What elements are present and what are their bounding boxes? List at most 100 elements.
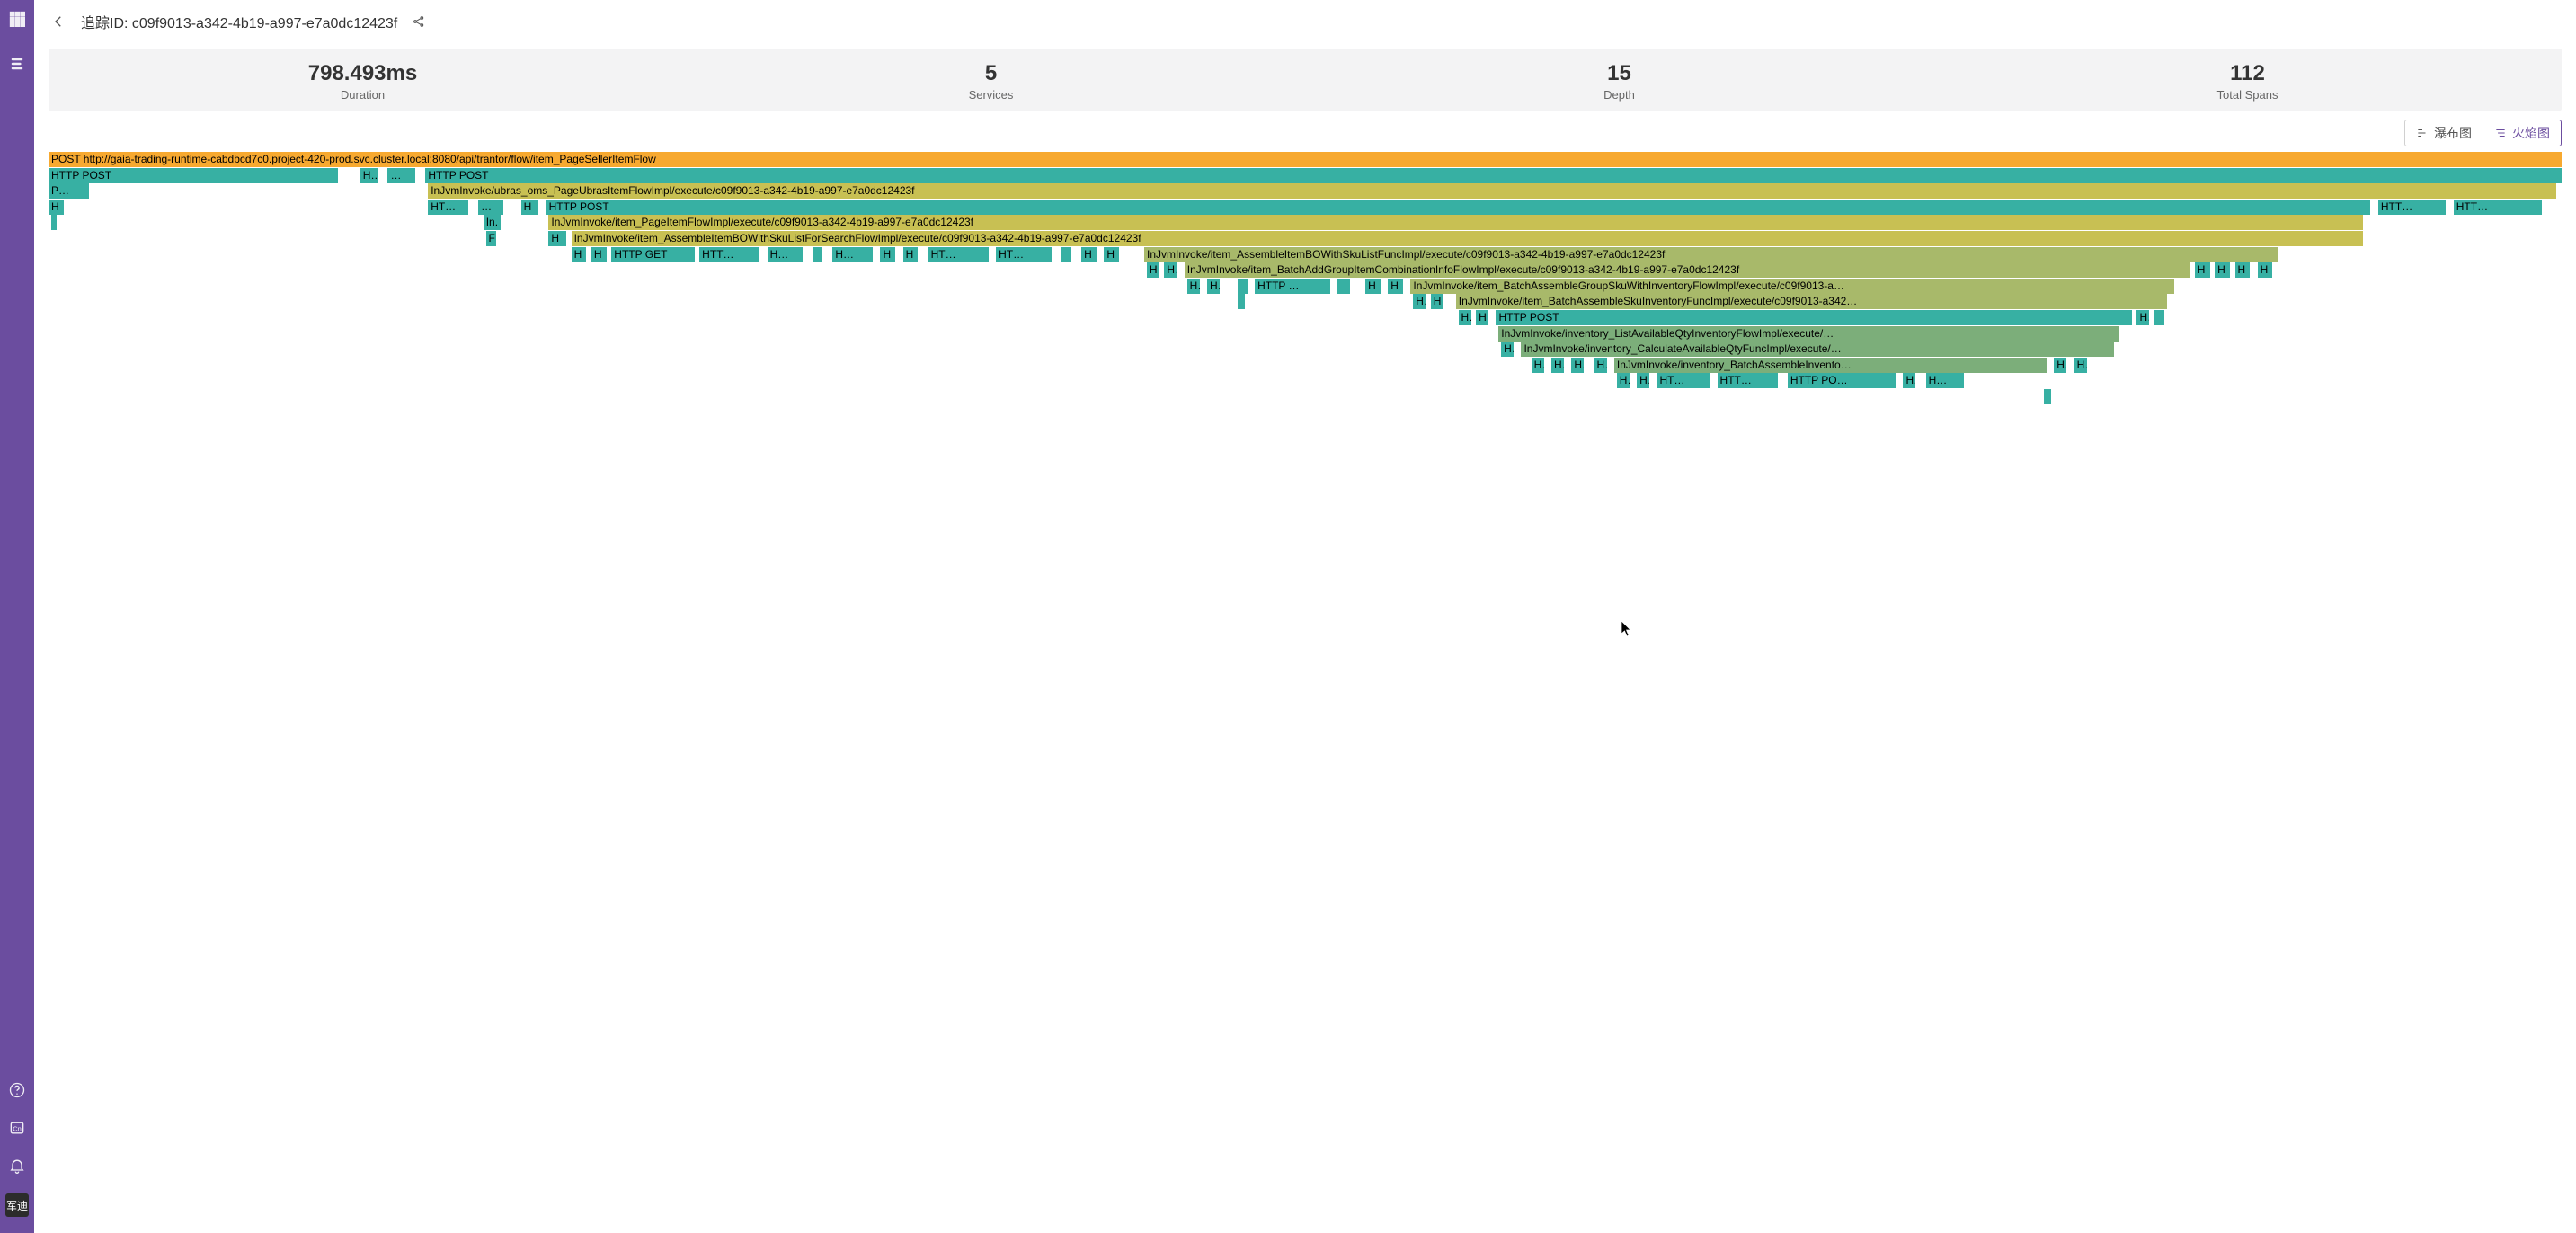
flame-span[interactable]: H [1637, 373, 1649, 388]
flame-span[interactable]: HTT… [2378, 200, 2446, 215]
flame-span[interactable]: HTT… [699, 247, 759, 262]
flame-span[interactable]: H [1081, 247, 1097, 262]
flame-span[interactable]: H [2235, 262, 2251, 278]
flame-span[interactable]: … [478, 200, 503, 215]
flame-span[interactable]: H [903, 247, 919, 262]
flame-span[interactable]: H [521, 200, 539, 215]
page-header: 追踪ID: c09f9013-a342-4b19-a997-e7a0dc1242… [34, 0, 2576, 43]
flame-span[interactable]: HT… [428, 200, 468, 215]
flame-span[interactable]: H [1903, 373, 1915, 388]
flame-span[interactable]: H [880, 247, 895, 262]
flame-span[interactable]: POST http://gaia-trading-runtime-cabdbcd… [49, 152, 2562, 167]
flame-span[interactable]: H [2215, 262, 2230, 278]
flame-span[interactable]: H [1501, 342, 1514, 357]
apps-icon[interactable] [7, 9, 27, 29]
flame-span[interactable]: HTTP POST [1496, 310, 2131, 325]
flame-span[interactable] [1061, 247, 1071, 262]
flame-span[interactable]: H [2054, 358, 2066, 373]
flame-span[interactable]: P… [49, 183, 89, 199]
flame-span[interactable]: HTT… [1718, 373, 1778, 388]
flame-span[interactable]: … [387, 168, 415, 183]
flame-span[interactable]: H [2074, 358, 2087, 373]
flame-span[interactable]: HT… [1657, 373, 1710, 388]
flame-span[interactable]: HTTP GET [611, 247, 694, 262]
waterfall-button[interactable]: 瀑布图 [2404, 120, 2483, 146]
flame-span[interactable]: H [1187, 279, 1200, 294]
waterfall-icon [2416, 127, 2429, 139]
metric-total-value: 112 [1933, 61, 2562, 86]
flame-span[interactable]: InJvmInvoke/item_BatchAssembleGroupSkuWi… [1410, 279, 2174, 294]
flame-span[interactable]: HT… [928, 247, 989, 262]
flame-span[interactable]: H [1207, 279, 1220, 294]
flame-span[interactable] [1238, 279, 1248, 294]
flame-row [49, 389, 2562, 404]
flame-row: HHHHInJvmInvoke/inventory_BatchAssembleI… [49, 358, 2562, 373]
flame-span[interactable]: H… [832, 247, 873, 262]
flame-span[interactable]: H [2258, 262, 2273, 278]
flame-span[interactable]: H [49, 200, 64, 215]
flame-span[interactable]: H… [768, 247, 803, 262]
flame-span[interactable]: H [1594, 358, 1607, 373]
share-button[interactable] [410, 13, 428, 31]
flame-span[interactable] [51, 215, 57, 230]
flame-span[interactable]: InJvmInvoke/item_AssembleItemBOWithSkuLi… [572, 231, 2364, 246]
metric-total-label: Total Spans [1933, 88, 2562, 102]
flame-span[interactable]: H [1365, 279, 1381, 294]
flame-span[interactable]: HTT… [2454, 200, 2542, 215]
flame-span[interactable]: InJvmInvoke/item_AssembleItemBOWithSkuLi… [1144, 247, 2278, 262]
flame-span[interactable] [1337, 279, 1350, 294]
flame-span[interactable]: InJvmInvoke/ubras_oms_PageUbrasItemFlowI… [428, 183, 2556, 199]
flame-span[interactable]: InJvmInvoke/item_BatchAssembleSkuInvento… [1456, 294, 2167, 309]
flame-span[interactable]: H [1551, 358, 1564, 373]
flame-span[interactable] [2044, 389, 2051, 404]
flame-graph[interactable]: POST http://gaia-trading-runtime-cabdbcd… [49, 152, 2562, 1219]
flame-span[interactable]: InJvmInvoke/inventory_ListAvailableQtyIn… [1498, 326, 2119, 342]
flame-span[interactable]: H… [1926, 373, 1964, 388]
flame-span[interactable]: InJvmInvoke/item_PageItemFlowImpl/execut… [548, 215, 2363, 230]
flame-span[interactable]: H [1571, 358, 1584, 373]
flame-span[interactable]: H [1459, 310, 1471, 325]
flame-button[interactable]: 火焰图 [2483, 120, 2562, 146]
flame-span[interactable]: HTTP POST [49, 168, 338, 183]
flame-span[interactable]: H [1164, 262, 1177, 278]
metric-duration-value: 798.493ms [49, 61, 677, 86]
flame-span[interactable]: InJvmInvoke/inventory_BatchAssembleInven… [1614, 358, 2047, 373]
flame-span[interactable]: F [486, 231, 496, 246]
bell-icon[interactable] [7, 1156, 27, 1175]
flame-span[interactable]: H [572, 247, 587, 262]
flame-span[interactable]: H [2136, 310, 2149, 325]
flame-span[interactable]: HTTP POST [546, 200, 2371, 215]
flame-icon [2494, 127, 2507, 139]
flame-span[interactable] [1238, 294, 1245, 309]
metric-duration-label: Duration [49, 88, 677, 102]
metric-services-value: 5 [677, 61, 1305, 86]
flame-span[interactable] [813, 247, 822, 262]
flame-span[interactable]: H [1104, 247, 1119, 262]
flame-span[interactable]: H… [360, 168, 378, 183]
avatar[interactable]: 军迪 [5, 1193, 29, 1217]
flame-span[interactable]: HT… [996, 247, 1052, 262]
help-icon[interactable] [7, 1080, 27, 1100]
back-button[interactable] [49, 12, 68, 31]
metric-services: 5 Services [677, 61, 1305, 102]
flame-span[interactable]: HTTP POST [425, 168, 2562, 183]
flame-span[interactable]: H [591, 247, 607, 262]
flame-span[interactable]: H [1413, 294, 1426, 309]
lang-icon[interactable]: Cn [7, 1118, 27, 1138]
flame-span[interactable]: H [548, 231, 566, 246]
flame-span[interactable]: H [1476, 310, 1488, 325]
flame-span[interactable] [2154, 310, 2164, 325]
flame-span[interactable]: H [1617, 373, 1630, 388]
flame-span[interactable]: HTTP PO… [1788, 373, 1896, 388]
flame-span[interactable]: HTTP … [1255, 279, 1330, 294]
flame-span[interactable]: H [1431, 294, 1443, 309]
flame-span[interactable]: H [1532, 358, 1544, 373]
flame-span[interactable]: H [1388, 279, 1403, 294]
flame-span[interactable]: In. [484, 215, 502, 230]
flame-span[interactable]: H [2195, 262, 2210, 278]
flame-span[interactable]: H [1147, 262, 1159, 278]
flame-span[interactable]: InJvmInvoke/item_BatchAddGroupItemCombin… [1185, 262, 2190, 278]
e-logo-icon[interactable] [7, 54, 27, 74]
metric-depth-label: Depth [1305, 88, 1933, 102]
flame-span[interactable]: InJvmInvoke/inventory_CalculateAvailable… [1521, 342, 2114, 357]
